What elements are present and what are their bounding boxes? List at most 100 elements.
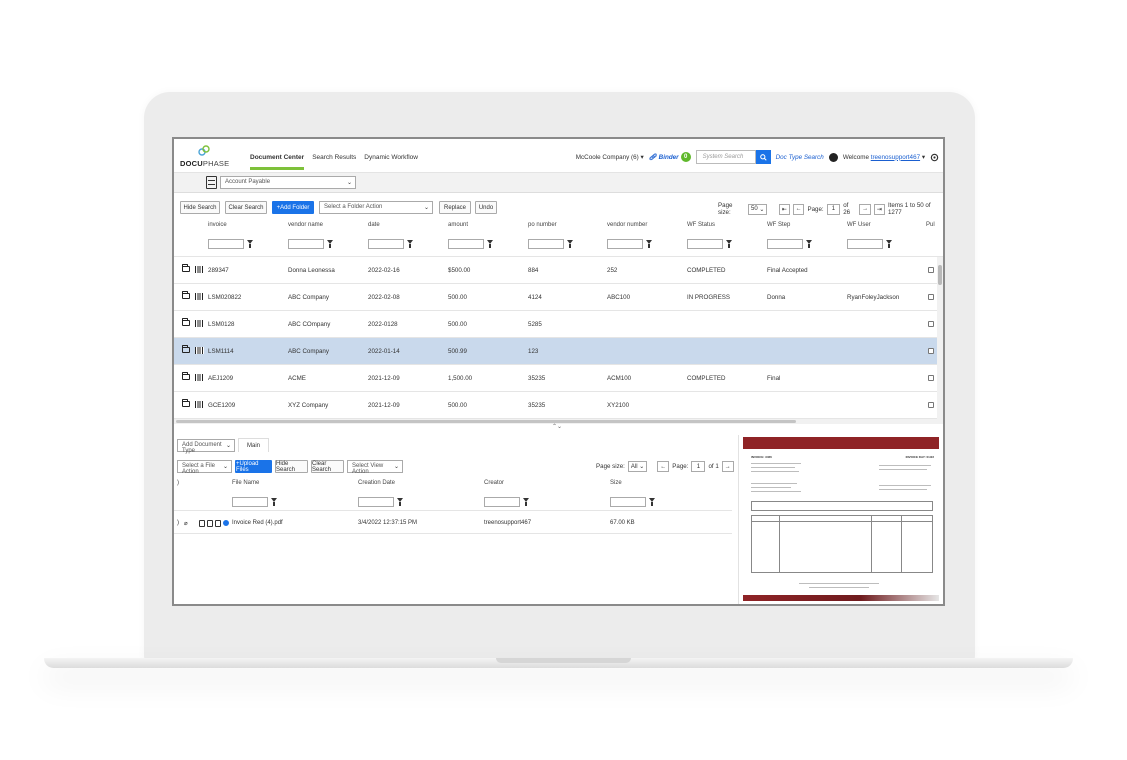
filter-icon[interactable] bbox=[886, 240, 892, 248]
row-checkbox[interactable] bbox=[928, 402, 934, 408]
table-row[interactable]: 289347 Donna Leonessa 2022-02-16 $500.00… bbox=[174, 257, 937, 284]
filter-input[interactable] bbox=[847, 239, 883, 249]
page-size-select[interactable]: All ⌄ bbox=[627, 461, 648, 472]
upload-files-button[interactable]: +Upload Files bbox=[235, 460, 272, 473]
col-vendor-number[interactable]: vendor number bbox=[607, 222, 647, 228]
panel-splitter-icon[interactable]: ⌃⌄ bbox=[552, 423, 562, 430]
company-selector[interactable]: McCoole Company (6) ▾ bbox=[576, 154, 644, 161]
file-icon[interactable] bbox=[199, 520, 205, 527]
filter-icon[interactable] bbox=[407, 240, 413, 248]
filter-input[interactable] bbox=[687, 239, 723, 249]
next-page-button[interactable]: → bbox=[721, 461, 734, 472]
filter-input[interactable] bbox=[288, 239, 324, 249]
filter-icon[interactable] bbox=[649, 498, 655, 506]
row-checkbox[interactable] bbox=[928, 267, 934, 273]
add-folder-button[interactable]: +Add Folder bbox=[272, 201, 314, 214]
info-icon[interactable] bbox=[223, 520, 229, 526]
barcode-icon[interactable] bbox=[195, 293, 204, 300]
filter-input[interactable] bbox=[448, 239, 484, 249]
undo-button[interactable]: Undo bbox=[475, 201, 497, 214]
table-row[interactable]: LSM020822 ABC Company 2022-02-08 500.00 … bbox=[174, 284, 937, 311]
col-wf-step[interactable]: WF Step bbox=[767, 222, 790, 228]
barcode-icon[interactable] bbox=[195, 401, 204, 408]
filter-input[interactable] bbox=[368, 239, 404, 249]
filter-icon[interactable] bbox=[271, 498, 277, 506]
filter-input[interactable] bbox=[208, 239, 244, 249]
document-preview[interactable]: INVOICE: 3466 INVOICE DAY: 01/22 bbox=[738, 435, 943, 604]
filter-input[interactable] bbox=[528, 239, 564, 249]
clear-search-button[interactable]: Clear Search bbox=[225, 201, 267, 214]
filter-icon[interactable] bbox=[646, 240, 652, 248]
col-file-name[interactable]: File Name bbox=[232, 480, 259, 486]
col-size[interactable]: Size bbox=[610, 480, 622, 486]
filter-icon[interactable] bbox=[247, 240, 253, 248]
filter-icon[interactable] bbox=[567, 240, 573, 248]
col-po-number[interactable]: po number bbox=[528, 222, 557, 228]
barcode-icon[interactable] bbox=[195, 320, 204, 327]
filter-icon[interactable] bbox=[523, 498, 529, 506]
folder-action-select[interactable]: Select a Folder Action ⌄ bbox=[319, 201, 433, 214]
grid-vertical-scrollbar[interactable] bbox=[937, 257, 943, 419]
file-action-select[interactable]: Select a File Action ⌄ bbox=[177, 460, 232, 475]
next-page-button[interactable]: → bbox=[859, 203, 871, 215]
row-checkbox[interactable] bbox=[928, 375, 934, 381]
prev-page-button[interactable]: ← bbox=[792, 203, 805, 215]
replace-button[interactable]: Replace bbox=[439, 201, 471, 214]
folder-icon[interactable] bbox=[181, 372, 190, 380]
barcode-icon[interactable] bbox=[195, 347, 204, 354]
filter-icon[interactable] bbox=[327, 240, 333, 248]
row-checkbox[interactable] bbox=[928, 321, 934, 327]
col-vendor-name[interactable]: vendor name bbox=[288, 222, 323, 228]
col-wf-status[interactable]: WF Status bbox=[687, 222, 715, 228]
table-row-selected[interactable]: LSM1114 ABC Company 2022-01-14 500.99 12… bbox=[174, 338, 937, 365]
filter-input[interactable] bbox=[232, 497, 268, 507]
filter-input[interactable] bbox=[607, 239, 643, 249]
file-name[interactable]: Invoice Red (4).pdf bbox=[232, 520, 283, 526]
gear-icon[interactable] bbox=[930, 153, 939, 162]
hide-search-button[interactable]: Hide Search bbox=[275, 460, 308, 473]
tab-search-results[interactable]: Search Results bbox=[312, 154, 356, 170]
folder-icon[interactable] bbox=[181, 318, 190, 326]
filter-input[interactable] bbox=[358, 497, 394, 507]
filter-input[interactable] bbox=[767, 239, 803, 249]
col-date[interactable]: date bbox=[368, 222, 380, 228]
page-size-select[interactable]: 50 ⌄ bbox=[748, 203, 768, 215]
binder-link[interactable]: 🔗︎ Binder 0 bbox=[649, 152, 691, 162]
barcode-icon[interactable] bbox=[195, 374, 204, 381]
table-row[interactable]: AEJ1209 ACME 2021-12-09 1,500.00 35235 A… bbox=[174, 365, 937, 392]
docuphase-logo[interactable]: DOCUPHASE bbox=[180, 145, 229, 169]
col-invoice[interactable]: invoice bbox=[208, 222, 227, 228]
barcode-icon[interactable] bbox=[195, 266, 204, 273]
filter-icon[interactable] bbox=[487, 240, 493, 248]
tab-dynamic-workflow[interactable]: Dynamic Workflow bbox=[364, 154, 418, 170]
tab-document-center[interactable]: Document Center bbox=[250, 154, 305, 170]
tab-main[interactable]: Main bbox=[238, 438, 270, 452]
download-icon[interactable] bbox=[215, 520, 221, 527]
checkbox-icon[interactable] bbox=[207, 520, 213, 527]
table-row[interactable]: LSM0128 ABC COmpany 2022-0128 500.00 528… bbox=[174, 311, 937, 338]
row-checkbox[interactable] bbox=[928, 348, 934, 354]
doc-type-select[interactable]: Account Payable ⌄ bbox=[220, 176, 356, 189]
welcome-user[interactable]: Welcome treenosupport467 ▾ bbox=[843, 154, 925, 161]
username-link[interactable]: treenosupport467 bbox=[871, 154, 920, 161]
first-page-button[interactable]: ⇤ bbox=[778, 203, 790, 215]
filter-input[interactable] bbox=[484, 497, 520, 507]
system-search-input[interactable]: System Search bbox=[695, 150, 756, 164]
folder-icon[interactable] bbox=[181, 399, 190, 407]
filter-icon[interactable] bbox=[726, 240, 732, 248]
col-pul[interactable]: Pul bbox=[926, 222, 935, 228]
paperclip-icon[interactable]: ⌀ bbox=[184, 520, 188, 527]
col-creation-date[interactable]: Creation Date bbox=[358, 480, 395, 486]
folder-icon[interactable] bbox=[181, 291, 190, 299]
file-row[interactable]: ) ⌀ Invoice Red (4).pdf 3/4/2022 12:37:1… bbox=[174, 512, 732, 534]
folder-icon[interactable] bbox=[181, 264, 190, 272]
last-page-button[interactable]: ⇥ bbox=[873, 203, 885, 215]
add-document-type-select[interactable]: Add Document Type ⌄ bbox=[177, 439, 235, 454]
doc-type-search-link[interactable]: Doc Type Search bbox=[776, 154, 824, 161]
page-input[interactable]: 1 bbox=[691, 461, 706, 472]
view-action-select[interactable]: Select View Action ⌄ bbox=[347, 460, 403, 475]
col-amount[interactable]: amount bbox=[448, 222, 468, 228]
search-button[interactable] bbox=[755, 150, 771, 164]
prev-page-button[interactable]: ← bbox=[657, 461, 670, 472]
page-input[interactable]: 1 bbox=[826, 203, 841, 215]
